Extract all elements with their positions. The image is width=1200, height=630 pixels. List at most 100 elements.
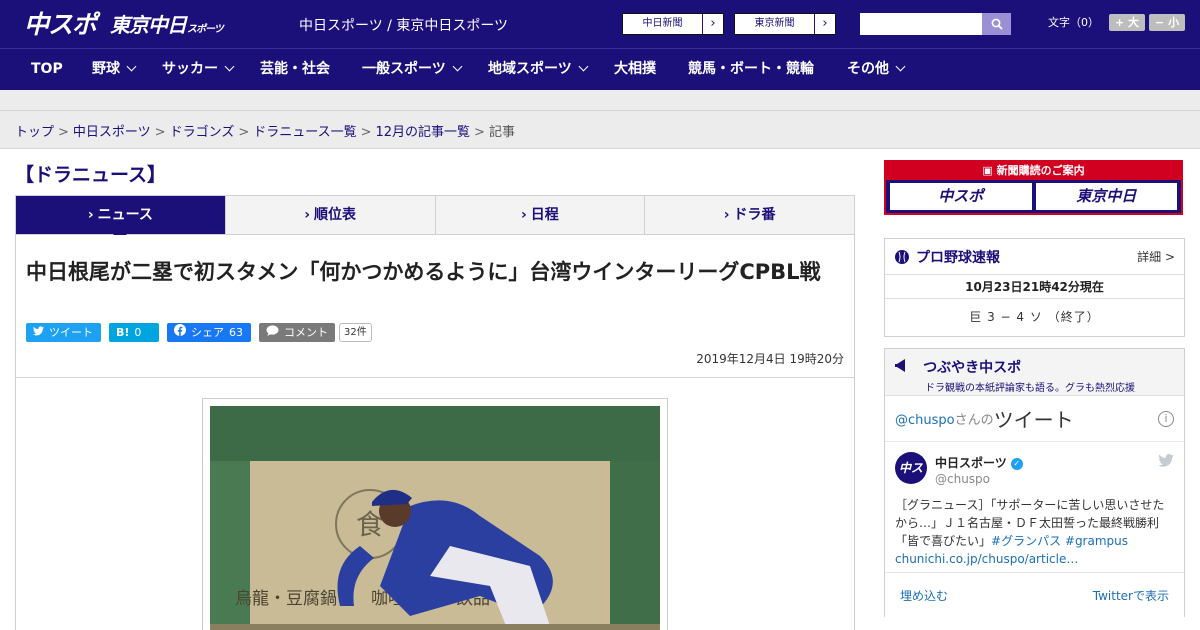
tweet-author-handle[interactable]: @chuspo <box>935 472 990 486</box>
tab-news[interactable]: › ニュース <box>16 196 226 241</box>
tab-label: 日程 <box>530 207 559 223</box>
tweet-link[interactable]: chunichi.co.jp/chuspo/article… <box>895 552 1078 566</box>
nav-item-label: 芸能・社会 <box>260 61 330 77</box>
timeline-handle[interactable]: @chuspoさんの <box>895 409 994 428</box>
font-size-label: 文字（0） <box>1048 16 1099 29</box>
breadcrumb: トップ > 中日スポーツ > ドラゴンズ > ドラニュース一覧 >12月の記事一覧 > 記事 <box>15 121 515 140</box>
subscription-banner[interactable]: ▣ 新聞購読のご案内 中スポ 東京中日 <box>884 160 1183 215</box>
twitter-widget: つぶやき中スポ ドラ観戦の本紙評論家も語る。グラも熱烈応援 @chuspoさんの… <box>884 348 1185 617</box>
tab-schedule[interactable]: › 日程 <box>436 196 646 234</box>
verified-icon: ✓ <box>1010 457 1023 470</box>
breadcrumb-link[interactable]: ドラニュース一覧 <box>253 125 356 140</box>
nav-item-top[interactable]: TOP <box>31 49 63 90</box>
nav-item-label: その他 <box>847 61 889 77</box>
tokyo-shimbun-button[interactable]: 東京新聞 › <box>734 13 836 35</box>
tokyo-chunichi-logo-text: 東京中日 <box>110 13 187 37</box>
chevron-right-icon: › <box>822 16 828 31</box>
divider <box>16 377 854 378</box>
chevron-right-icon: › <box>304 207 311 223</box>
twitter-widget-header: つぶやき中スポ ドラ観戦の本紙評論家も語る。グラも熱烈応援 <box>885 349 1184 395</box>
search-icon <box>991 18 1003 30</box>
tokyo-shimbun-label: 東京新聞 <box>735 14 815 34</box>
tab-dora-ban[interactable]: › ドラ番 <box>645 196 854 234</box>
baseball-score-widget: プロ野球速報 詳細 > 10月23日21時42分現在 巨 3 − 4 ソ （終了… <box>884 238 1185 337</box>
font-larger-button[interactable]: + 大 <box>1109 13 1146 31</box>
twitter-widget-subtitle: ドラ観戦の本紙評論家も語る。グラも熱烈応援 <box>925 383 1135 394</box>
view-on-twitter-link[interactable]: Twitterで表示 <box>1093 587 1169 604</box>
nav-item-general-sports[interactable]: 一般スポーツ <box>362 49 463 90</box>
score-widget-title: プロ野球速報 <box>916 249 1000 266</box>
section-title: 【ドラニュース】 <box>15 164 167 186</box>
timeline-header: @chuspoさんの ツイート i <box>885 396 1184 442</box>
nav-item-entertainment[interactable]: 芸能・社会 <box>260 49 330 90</box>
chuspo-logo[interactable]: 中スポ <box>24 7 97 39</box>
chevron-right-icon: › <box>87 207 94 223</box>
speech-bubble-icon <box>266 323 279 342</box>
main-nav: TOP 野球 サッカー 芸能・社会 一般スポーツ 地域スポーツ 大相撲 競馬・ボ… <box>0 48 1200 90</box>
twitter-bird-icon <box>33 323 44 342</box>
facebook-share-button[interactable]: シェア 63 <box>167 323 251 342</box>
nav-item-label: 大相撲 <box>614 61 656 77</box>
chevron-down-icon <box>224 61 235 72</box>
tokyo-chunichi-logo[interactable]: 東京中日 スポーツ <box>110 9 224 39</box>
article-photo[interactable]: 食 烏龍・豆腐鍋・ 咖哩・共 飲品 <box>210 406 660 630</box>
timeline-handle-text: @chuspo <box>895 413 955 428</box>
nav-item-sumo[interactable]: 大相撲 <box>614 49 656 90</box>
chevron-down-icon <box>452 61 463 72</box>
game-score[interactable]: 巨 3 − 4 ソ （終了） <box>885 299 1184 335</box>
facebook-icon <box>174 323 186 342</box>
avatar[interactable]: 中スポ <box>895 452 927 507</box>
nav-item-racing[interactable]: 競馬・ボート・競輪 <box>688 49 814 90</box>
breadcrumb-separator: > <box>474 125 485 140</box>
breadcrumb-link[interactable]: 12月の記事一覧 <box>376 125 471 140</box>
tweet-hashtags[interactable]: #グランパス #grampus <box>991 534 1128 548</box>
tab-label: 順位表 <box>314 207 357 223</box>
info-icon[interactable]: i <box>1158 410 1174 427</box>
breadcrumb-link[interactable]: 中日スポーツ <box>73 125 151 140</box>
hatena-icon: B! <box>116 326 130 339</box>
chevron-right-icon: › <box>710 16 716 31</box>
breadcrumb-link[interactable]: トップ <box>15 125 54 140</box>
comment-count[interactable]: 32件 <box>339 323 372 342</box>
score-detail-link[interactable]: 詳細 > <box>1137 248 1175 265</box>
breadcrumb-link[interactable]: ドラゴンズ <box>170 125 235 140</box>
tweet-author-name[interactable]: 中日スポーツ ✓ <box>935 454 1023 471</box>
chunichi-shimbun-button[interactable]: 中日新聞 › <box>622 13 724 35</box>
tweet-author-label: 中日スポーツ <box>935 456 1007 470</box>
header-strip <box>0 90 1200 111</box>
hatena-count: 0 <box>134 326 142 339</box>
search-input[interactable] <box>860 13 982 35</box>
tab-standings[interactable]: › 順位表 <box>226 196 436 234</box>
search-form <box>860 13 1011 35</box>
embed-link[interactable]: 埋め込む <box>900 587 948 604</box>
nav-item-label: TOP <box>31 61 63 77</box>
nav-item-baseball[interactable]: 野球 <box>92 49 137 90</box>
breadcrumb-separator: > <box>154 125 166 140</box>
font-smaller-button[interactable]: − 小 <box>1149 13 1186 31</box>
nav-item-regional-sports[interactable]: 地域スポーツ <box>488 49 589 90</box>
tweet[interactable]: 中スポ 中日スポーツ ✓ @chuspo ［グラニュース］「サポーターに苦しい思い… <box>885 442 1184 572</box>
comment-button[interactable]: コメント <box>259 323 335 342</box>
chevron-right-icon: › <box>723 207 730 223</box>
nav-item-others[interactable]: その他 <box>847 49 906 90</box>
hatena-bookmark-button[interactable]: B! 0 <box>109 323 159 342</box>
tab-label: ニュース <box>97 207 153 223</box>
breadcrumb-separator: > <box>238 125 250 140</box>
article: 中日根尾が二塁で初スタメン「何かつかめるように」台湾ウインターリーグCPBL戦 … <box>15 235 855 630</box>
baseball-player-photo: 食 烏龍・豆腐鍋・ 咖哩・共 飲品 <box>210 406 660 630</box>
tweet-button[interactable]: ツイート <box>26 323 101 342</box>
nav-item-label: 地域スポーツ <box>488 61 572 77</box>
chevron-down-icon <box>895 61 906 72</box>
article-headline: 中日根尾が二塁で初スタメン「何かつかめるように」台湾ウインターリーグCPBL戦 <box>26 260 821 284</box>
chuspo-subscribe-logo[interactable]: 中スポ <box>890 183 1032 210</box>
breadcrumb-separator: > <box>58 125 69 140</box>
tokyo-chunichi-subscribe-logo[interactable]: 東京中日 <box>1035 183 1177 210</box>
twitter-bird-icon[interactable] <box>1158 454 1174 471</box>
tweet-label: ツイート <box>49 326 93 339</box>
breadcrumb-current: 記事 <box>488 125 515 140</box>
search-button[interactable] <box>982 13 1011 35</box>
baseball-icon <box>895 249 909 264</box>
nav-item-soccer[interactable]: サッカー <box>162 49 235 90</box>
nav-item-label: サッカー <box>162 61 218 77</box>
subscription-logos: 中スポ 東京中日 <box>886 180 1181 213</box>
